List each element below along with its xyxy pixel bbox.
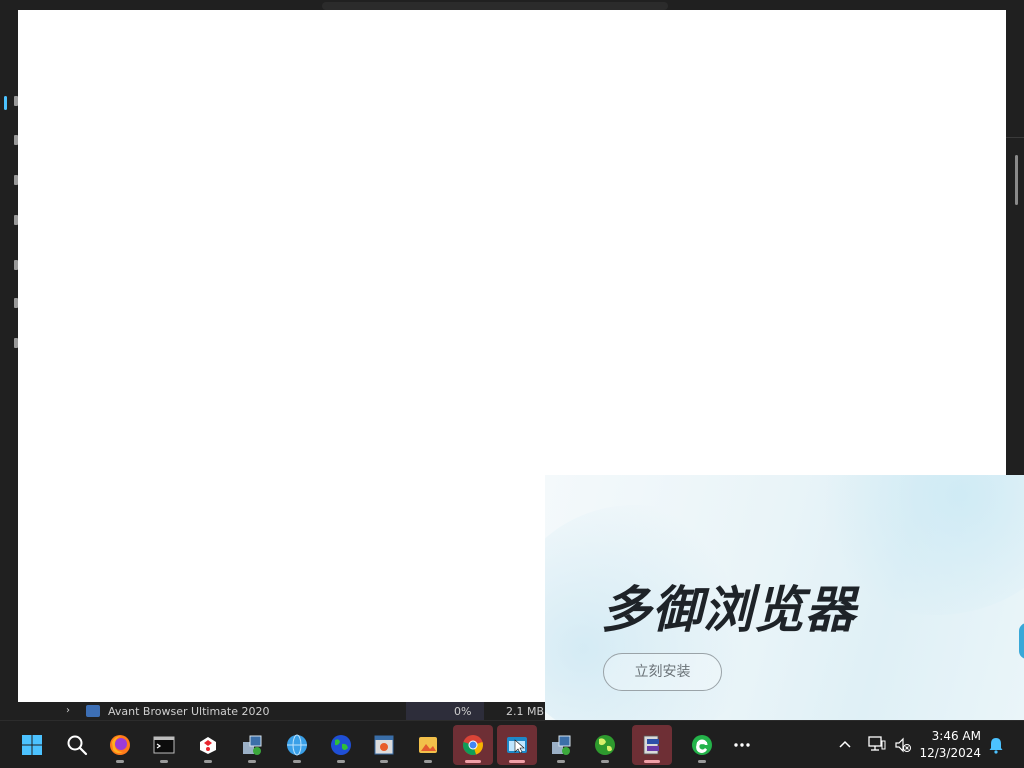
search-icon — [67, 735, 88, 756]
installer-icon — [243, 735, 262, 755]
taskbar-earth[interactable] — [321, 725, 361, 765]
taskbar-puffin[interactable] — [188, 725, 228, 765]
background-right-panel — [1006, 10, 1024, 475]
running-indicator — [116, 760, 124, 763]
running-indicator — [698, 760, 706, 763]
search-button[interactable] — [57, 725, 97, 765]
chevron-right-icon[interactable]: › — [66, 705, 70, 716]
clock-time[interactable]: 3:46 AM — [918, 729, 981, 743]
running-indicator — [465, 760, 481, 763]
running-indicator — [204, 760, 212, 763]
green-e-icon — [692, 735, 712, 755]
process-memory: 2.1 MB — [506, 705, 545, 718]
avant-browser-icon — [86, 705, 100, 717]
running-indicator — [509, 760, 525, 763]
clock-date[interactable]: 12/3/2024 — [908, 746, 981, 760]
running-indicator — [557, 760, 565, 763]
network-icon[interactable] — [867, 735, 887, 753]
running-indicator — [380, 760, 388, 763]
taskbar-installer-2[interactable] — [541, 725, 581, 765]
background-titlebar — [0, 0, 1024, 10]
chrome-icon — [463, 735, 483, 755]
puffin-icon — [200, 737, 216, 754]
taskbar-green-e[interactable] — [682, 725, 722, 765]
taskbar-installer[interactable] — [232, 725, 272, 765]
taskbar-globe-browser[interactable] — [277, 725, 317, 765]
taskbar-green-globe[interactable] — [585, 725, 625, 765]
start-button[interactable] — [12, 725, 52, 765]
running-indicator — [644, 760, 660, 763]
taskbar: 3:46 AM 12/3/2024 — [0, 720, 1024, 768]
more-icon — [734, 743, 750, 747]
scrollbar[interactable] — [1015, 155, 1018, 205]
process-name: Avant Browser Ultimate 2020 — [108, 705, 270, 718]
setup-wizard-icon — [643, 735, 659, 755]
firefox-icon — [110, 735, 130, 755]
taskbar-terminal[interactable] — [144, 725, 184, 765]
running-indicator — [293, 760, 301, 763]
running-indicator — [337, 760, 345, 763]
installer-icon-2 — [552, 735, 571, 755]
taskbar-window-app[interactable] — [364, 725, 404, 765]
taskbar-photo-app[interactable] — [408, 725, 448, 765]
notification-bell-icon[interactable] — [988, 736, 1004, 754]
earth-icon — [331, 735, 351, 755]
ad-popup[interactable]: 多御浏览器 立刻安装 — [545, 475, 1024, 720]
photo-app-icon — [419, 737, 437, 753]
background-sidebar — [0, 10, 18, 702]
more-apps-button[interactable] — [722, 725, 762, 765]
browser-window-icon — [507, 737, 527, 754]
running-indicator — [248, 760, 256, 763]
ad-side-badge — [1019, 623, 1024, 659]
green-globe-icon — [595, 735, 615, 755]
terminal-icon — [153, 736, 175, 754]
windows-start-icon — [22, 735, 42, 755]
taskbar-firefox[interactable] — [100, 725, 140, 765]
divider — [1006, 137, 1024, 138]
window-app-icon — [374, 735, 394, 755]
running-indicator — [601, 760, 609, 763]
taskbar-browser-window[interactable] — [497, 725, 537, 765]
process-cpu: 0% — [454, 705, 472, 718]
sidebar-selected-indicator — [4, 96, 7, 110]
background-search-box[interactable] — [322, 2, 668, 10]
globe-browser-icon — [287, 734, 307, 756]
taskbar-setup-wizard[interactable] — [632, 725, 672, 765]
running-indicator — [160, 760, 168, 763]
running-indicator — [424, 760, 432, 763]
taskbar-chrome[interactable] — [453, 725, 493, 765]
install-now-button[interactable]: 立刻安装 — [603, 653, 722, 691]
table-row[interactable]: › Avant Browser Ultimate 2020 0% 2.1 MB — [48, 702, 548, 720]
cpu-cell — [406, 702, 484, 720]
ad-title: 多御浏览器 — [601, 581, 856, 639]
chevron-up-icon[interactable] — [838, 738, 852, 752]
